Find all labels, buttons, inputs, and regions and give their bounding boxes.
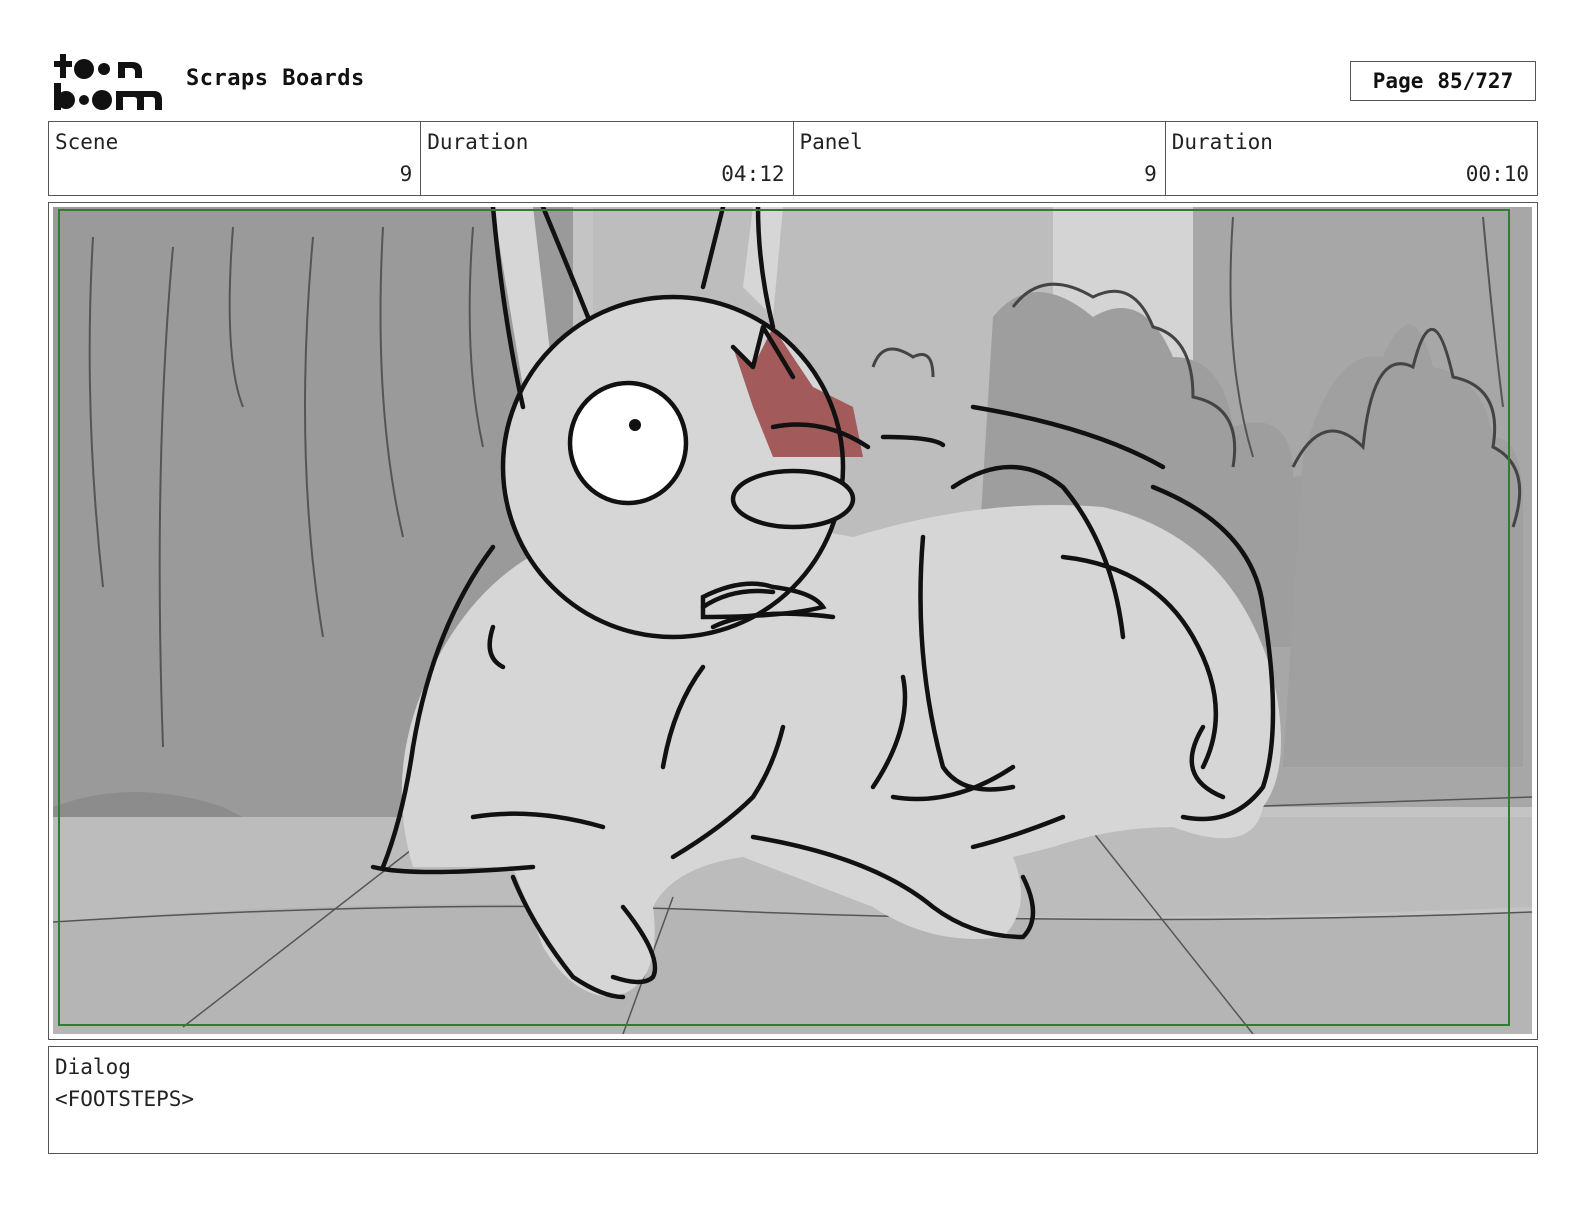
dialog-box: Dialog <FOOTSTEPS> [48, 1046, 1538, 1154]
page-indicator: Page 85/727 [1350, 61, 1536, 101]
scene-duration-cell: Duration 04:12 [421, 122, 794, 195]
panel-label: Panel [799, 130, 863, 154]
page-number: 85/727 [1437, 69, 1514, 93]
panel-duration-value: 00:10 [1465, 162, 1529, 186]
page-label: Page [1372, 69, 1424, 93]
scene-duration-value: 04:12 [721, 162, 785, 186]
scene-cell: Scene 9 [49, 122, 422, 195]
dialog-label: Dialog [55, 1055, 131, 1079]
project-title: Scraps Boards [186, 66, 365, 91]
storyboard-drawing [53, 207, 1532, 1034]
toon-boom-logo [54, 54, 162, 110]
storyboard-panel [48, 202, 1538, 1040]
panel-value: 9 [1144, 162, 1157, 186]
panel-duration-label: Duration [1171, 130, 1273, 154]
panel-info-row: Scene 9 Duration 04:12 Panel 9 Duration … [48, 121, 1538, 196]
scene-duration-label: Duration [427, 130, 529, 154]
panel-cell: Panel 9 [794, 122, 1166, 195]
scene-value: 9 [399, 162, 413, 186]
scene-label: Scene [55, 130, 119, 154]
dialog-text: <FOOTSTEPS> [55, 1087, 195, 1111]
panel-duration-cell: Duration 00:10 [1166, 122, 1537, 195]
